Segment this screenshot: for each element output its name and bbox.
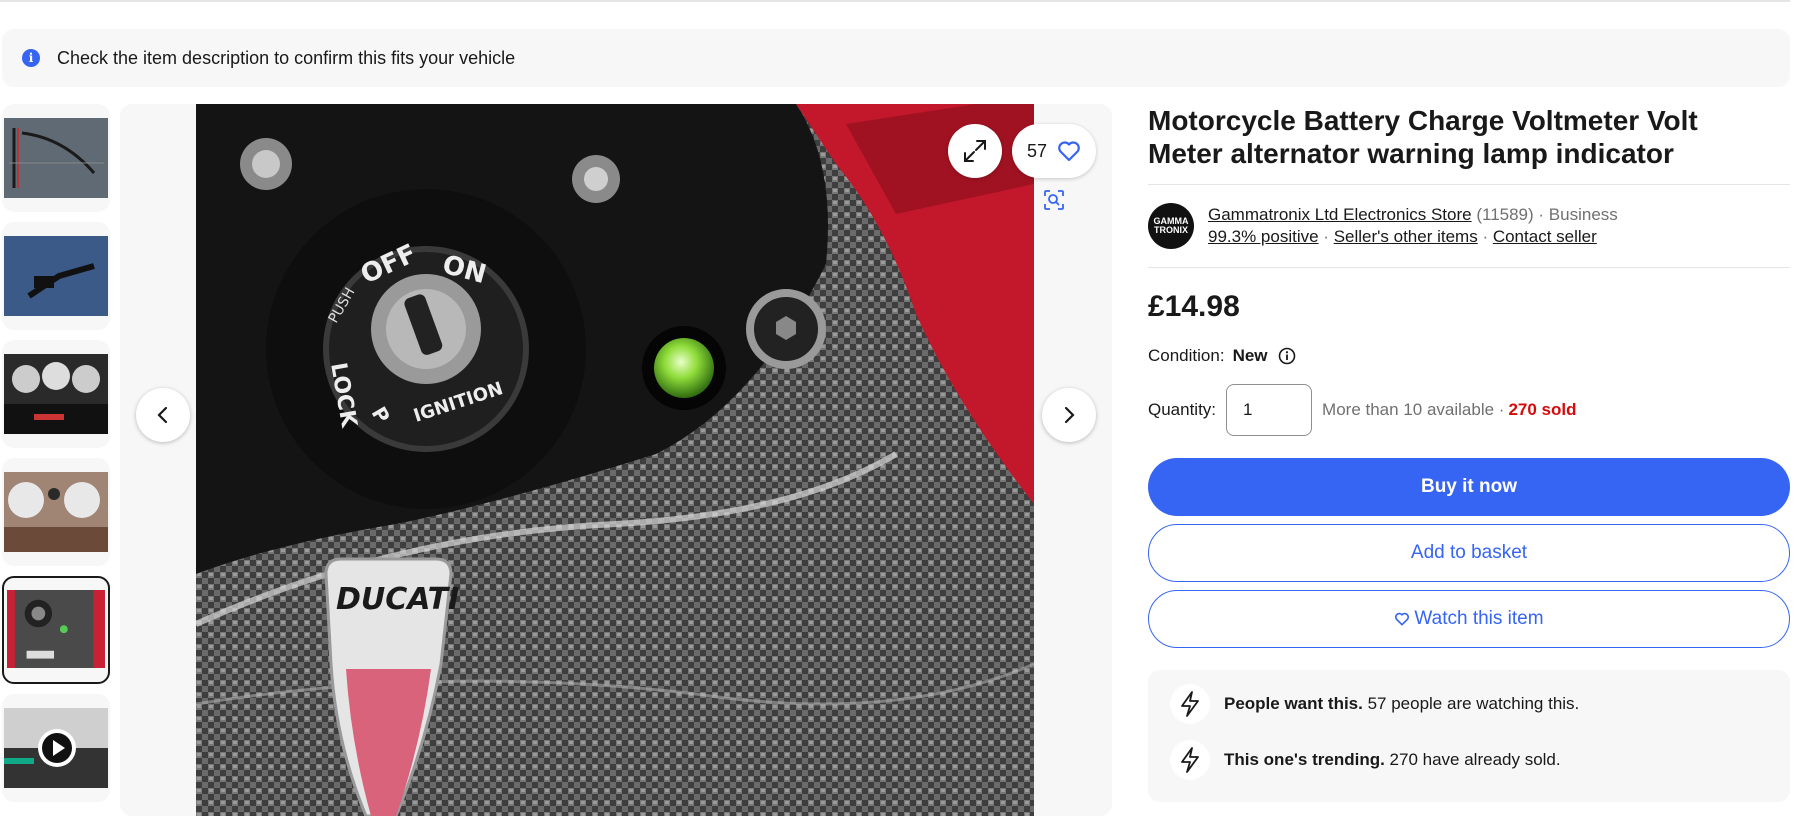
play-icon	[38, 729, 76, 767]
next-image-button[interactable]	[1042, 388, 1096, 442]
main-product-image[interactable]: OFF ON PUSH LOCK P IGNITION DUCATI	[196, 104, 1034, 816]
thumbnail-image	[4, 354, 108, 434]
thumbnail-2[interactable]	[2, 222, 110, 330]
add-to-basket-button[interactable]: Add to basket	[1148, 524, 1790, 582]
fitment-notice-text: Check the item description to confirm th…	[57, 47, 516, 68]
signal-heading: People want this.	[1224, 694, 1363, 713]
quantity-row: Quantity: 1 More than 10 available · 270…	[1148, 384, 1790, 436]
urgency-signals: People want this. 57 people are watching…	[1148, 670, 1790, 802]
seller-logo[interactable]: GAMMA TRONIX	[1148, 203, 1194, 249]
watch-count: 57	[1026, 140, 1048, 161]
signal-watchers: People want this. 57 people are watching…	[1170, 684, 1579, 724]
thumbnail-4[interactable]	[2, 458, 110, 566]
divider	[1148, 267, 1790, 268]
seller-feedback-count: (11589)	[1476, 205, 1534, 224]
signal-trending: This one's trending. 270 have already so…	[1170, 740, 1561, 780]
thumbnail-3[interactable]	[2, 340, 110, 448]
quantity-label: Quantity:	[1148, 400, 1217, 419]
top-divider	[0, 0, 1790, 2]
item-details-panel: Motorcycle Battery Charge Voltmeter Volt…	[1148, 104, 1790, 802]
expand-icon	[964, 140, 986, 162]
availability-text: More than 10 available ·	[1322, 400, 1505, 419]
thumbnail-5[interactable]	[2, 576, 110, 684]
fullscreen-button[interactable]	[948, 124, 1002, 178]
fitment-notice: i Check the item description to confirm …	[2, 29, 1790, 87]
thumbnail-strip	[2, 104, 112, 812]
watch-this-item-button[interactable]: Watch this item	[1148, 590, 1790, 648]
watch-count-button[interactable]: 57	[1012, 124, 1096, 178]
chevron-left-icon	[157, 406, 168, 424]
quantity-input[interactable]: 1	[1226, 384, 1313, 436]
lightning-icon	[1170, 740, 1210, 780]
ducati-ignition-photo: OFF ON PUSH LOCK P IGNITION DUCATI	[196, 104, 1034, 816]
condition-value: New	[1232, 346, 1268, 365]
contact-seller-link[interactable]: Contact seller	[1493, 227, 1597, 246]
separator: ·	[1477, 227, 1493, 246]
previous-image-button[interactable]	[136, 388, 190, 442]
chevron-right-icon	[1064, 406, 1075, 424]
condition-label: Condition:	[1148, 346, 1225, 365]
signal-detail: 57 people are watching this.	[1362, 694, 1580, 713]
seller-positive-feedback-link[interactable]: 99.3% positive	[1208, 227, 1319, 246]
thumbnail-image	[4, 472, 108, 552]
thumbnail-image	[4, 118, 108, 198]
heart-icon	[1058, 141, 1080, 162]
seller-type: · Business	[1538, 205, 1618, 224]
separator: ·	[1318, 227, 1334, 246]
item-price: £14.98	[1148, 290, 1240, 323]
lightning-icon	[1170, 684, 1210, 724]
heart-icon	[1395, 612, 1410, 626]
image-viewer: OFF ON PUSH LOCK P IGNITION DUCATI 57	[120, 104, 1112, 816]
thumbnail-image	[4, 236, 108, 316]
thumbnail-video[interactable]	[2, 694, 110, 802]
item-title: Motorcycle Battery Charge Voltmeter Volt…	[1148, 105, 1698, 169]
visual-search-icon[interactable]	[1042, 188, 1066, 212]
svg-text:DUCATI: DUCATI	[336, 582, 459, 617]
sold-count: 270 sold	[1508, 400, 1577, 419]
signal-detail: 270 have already sold.	[1384, 750, 1561, 769]
watch-this-item-label: Watch this item	[1414, 608, 1544, 629]
thumbnail-image	[7, 590, 105, 669]
signal-heading: This one's trending.	[1224, 750, 1385, 769]
buy-it-now-button[interactable]: Buy it now	[1148, 458, 1790, 516]
seller-card: GAMMA TRONIX Gammatronix Ltd Electronics…	[1148, 185, 1790, 267]
condition-row: Condition: New	[1148, 346, 1790, 366]
info-icon: i	[22, 49, 40, 67]
condition-info-icon[interactable]	[1278, 347, 1296, 365]
seller-store-link[interactable]: Gammatronix Ltd Electronics Store	[1208, 205, 1472, 224]
thumbnail-1[interactable]	[2, 104, 110, 212]
seller-info: Gammatronix Ltd Electronics Store (11589…	[1208, 204, 1618, 248]
seller-other-items-link[interactable]: Seller's other items	[1334, 227, 1478, 246]
